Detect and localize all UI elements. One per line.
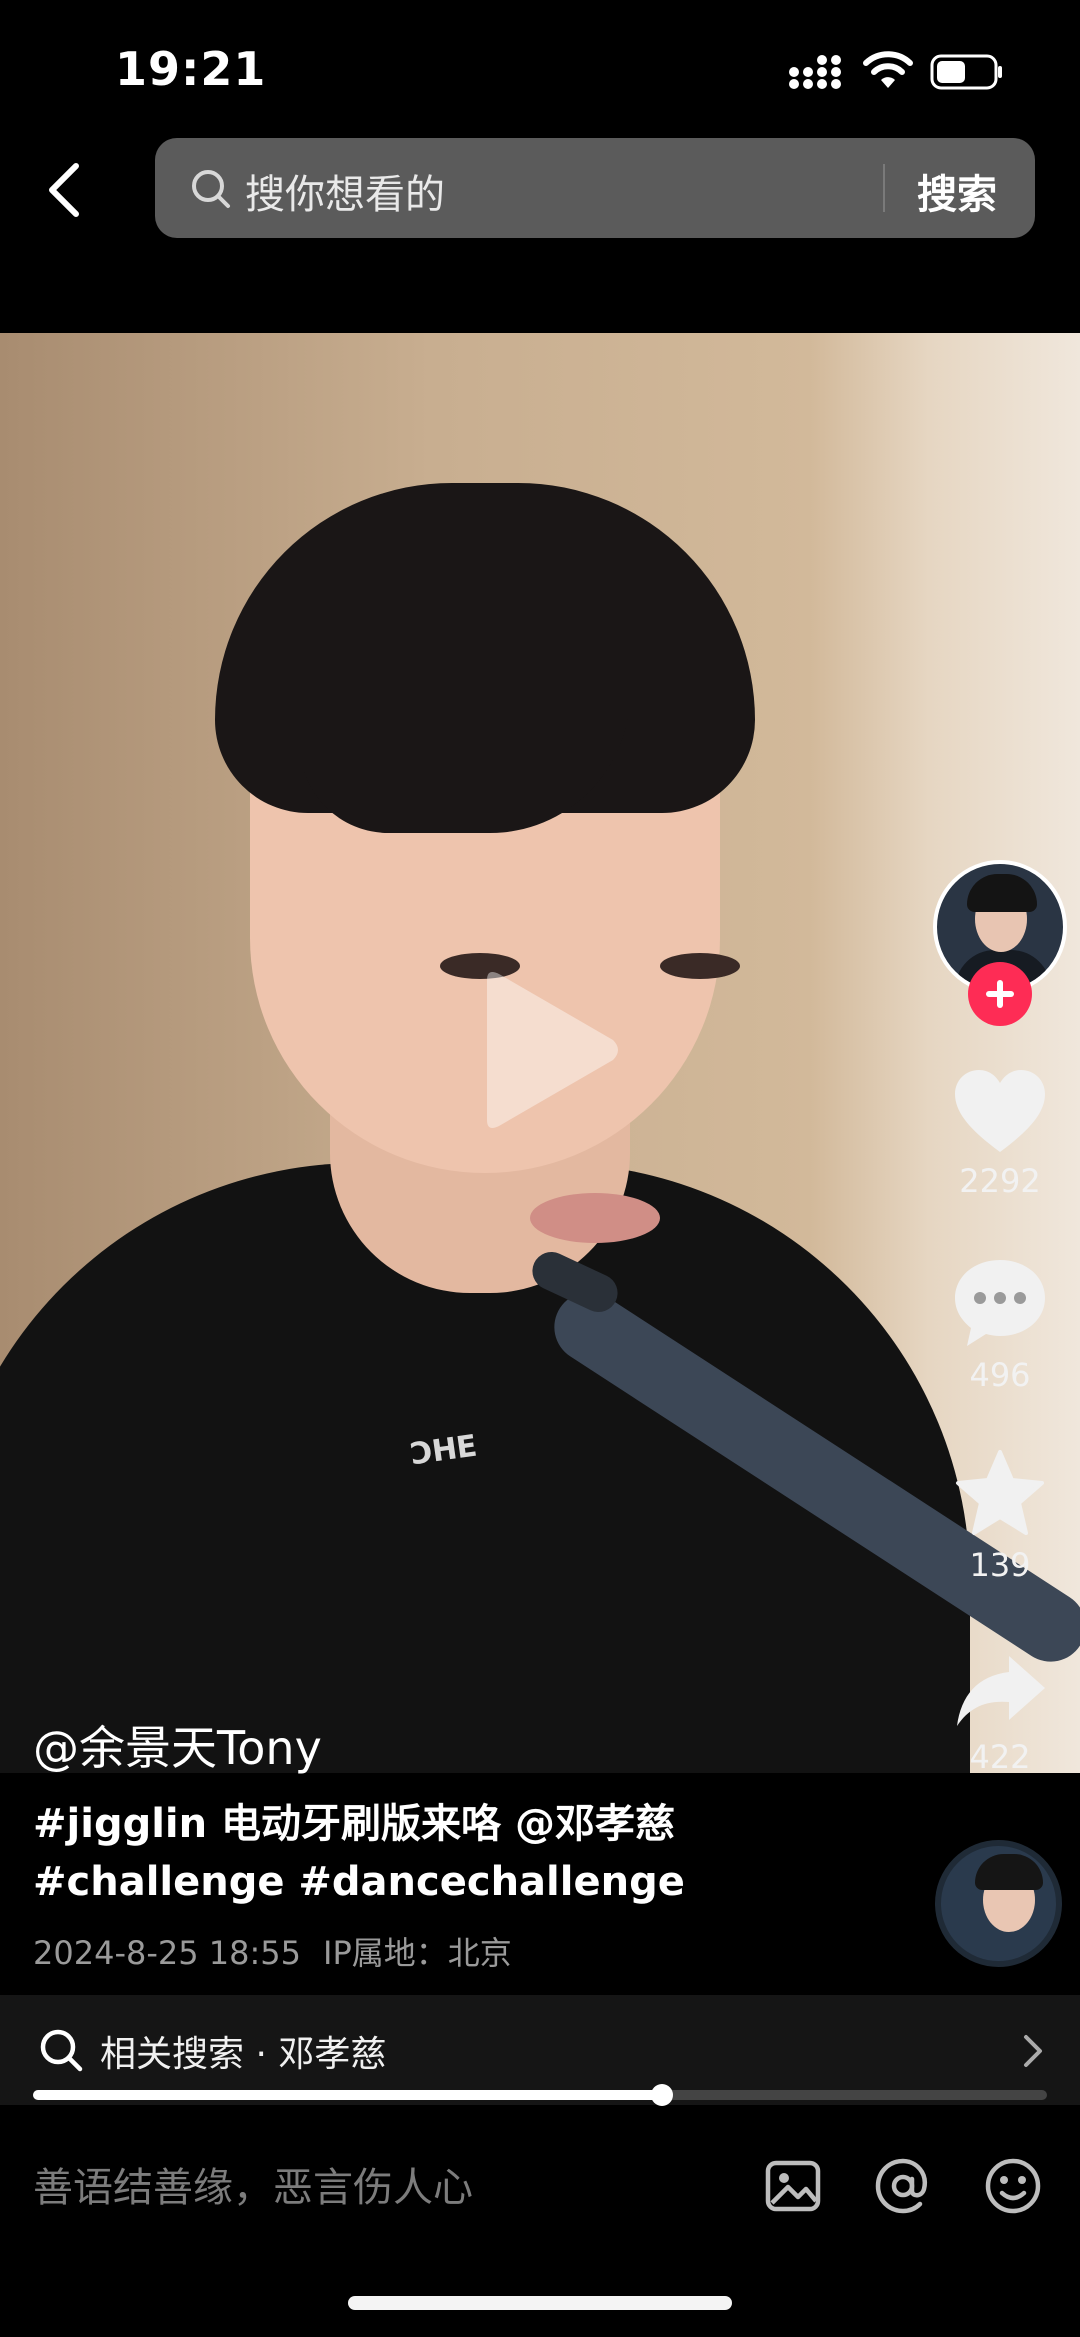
search-divider: [883, 164, 885, 212]
wifi-icon: [863, 51, 913, 88]
like-count: 2292: [959, 1162, 1041, 1200]
cellular-signal-icon: [789, 55, 841, 89]
author-username[interactable]: @余景天Tony: [33, 1712, 322, 1778]
emoji-icon[interactable]: [982, 2155, 1044, 2217]
comment-input[interactable]: 善语结善缘，恶言伤人心: [33, 2155, 473, 2213]
video-frame-eye: [660, 953, 740, 979]
search-input[interactable]: 搜你想看的: [245, 162, 445, 220]
favorite-button[interactable]: 139: [940, 1448, 1060, 1584]
music-disc-avatar[interactable]: [935, 1840, 1062, 1967]
share-count: 422: [969, 1738, 1031, 1776]
comment-button[interactable]: 496: [940, 1258, 1060, 1394]
image-icon[interactable]: [762, 2155, 824, 2217]
back-arrow-icon[interactable]: [40, 160, 90, 220]
battery-icon: [930, 54, 1002, 90]
post-ip-location: IP属地：北京: [323, 1934, 512, 1972]
status-bar: 19:21: [0, 0, 1080, 140]
play-icon[interactable]: [465, 960, 625, 1140]
search-bar[interactable]: 搜你想看的 搜索: [155, 138, 1035, 238]
video-progress-fill: [33, 2090, 662, 2100]
video-progress-bar[interactable]: [33, 2084, 1047, 2106]
chevron-right-icon: [1024, 2035, 1042, 2067]
related-search-label: 相关搜索 · 邓孝慈: [100, 2034, 387, 2075]
search-icon: [192, 170, 230, 208]
music-disc-hair: [975, 1854, 1043, 1890]
search-button[interactable]: 搜索: [917, 162, 997, 220]
post-caption: #jigglin 电动牙刷版来咯 @邓孝慈 #challenge #dancec…: [33, 1795, 913, 1911]
heart-icon: [955, 1070, 1045, 1152]
at-mention-icon[interactable]: [872, 2155, 934, 2217]
avatar-hair: [967, 874, 1037, 912]
share-button[interactable]: 422: [940, 1652, 1060, 1776]
share-arrow-icon: [957, 1656, 1045, 1726]
caption-line-2[interactable]: #challenge #dancechallenge: [33, 1853, 913, 1911]
like-button[interactable]: 2292: [940, 1068, 1060, 1200]
search-icon: [40, 2029, 83, 2072]
follow-plus-button[interactable]: [968, 962, 1032, 1026]
video-frame-lips: [530, 1193, 660, 1243]
caption-line-1[interactable]: #jigglin 电动牙刷版来咯 @邓孝慈: [33, 1795, 913, 1853]
related-search-bar[interactable]: 相关搜索 · 邓孝慈: [0, 1995, 1080, 2105]
home-indicator[interactable]: [348, 2296, 732, 2310]
comment-bubble-icon: [955, 1260, 1045, 1346]
post-date: 2024-8-25 18:55: [33, 1934, 301, 1972]
star-icon: [956, 1450, 1044, 1535]
video-progress-handle[interactable]: [650, 2084, 673, 2106]
comment-count: 496: [969, 1356, 1031, 1394]
favorite-count: 139: [969, 1546, 1031, 1584]
post-meta: 2024-8-25 18:55 IP属地：北京: [33, 1928, 512, 1974]
status-time: 19:21: [115, 42, 267, 96]
